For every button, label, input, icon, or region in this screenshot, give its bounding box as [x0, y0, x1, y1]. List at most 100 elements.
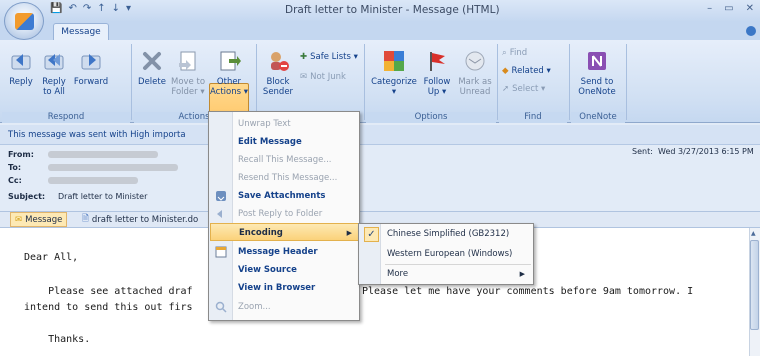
next-item-icon[interactable]: ↓	[112, 3, 120, 14]
block-sender-button[interactable]: Block Sender	[260, 48, 296, 97]
send-to-onenote-button[interactable]: Send to OneNote	[574, 48, 620, 97]
scroll-up-arrow-icon[interactable]: ▲	[751, 230, 756, 237]
encoding-more[interactable]: More ▶	[360, 265, 533, 284]
close-button[interactable]: ✕	[746, 3, 754, 14]
safe-lists-icon: ✚	[300, 52, 308, 62]
cc-row: Cc:	[8, 176, 138, 185]
subject-row: Subject: Draft letter to Minister	[8, 192, 148, 201]
message-header-icon	[215, 246, 227, 258]
to-value-redacted	[48, 164, 178, 171]
other-actions-button[interactable]: Other Actions ▾	[210, 48, 248, 97]
menu-item-message-header[interactable]: Message Header	[210, 243, 359, 261]
reply-all-icon	[41, 48, 67, 74]
body-greeting: Dear All,	[24, 252, 79, 263]
menu-item-post-reply[interactable]: Post Reply to Folder	[210, 205, 359, 223]
menu-item-recall-message[interactable]: Recall This Message...	[210, 151, 359, 169]
ribbon-separator	[626, 44, 627, 120]
body-line-2: intend to send this out firs	[24, 302, 193, 313]
post-reply-icon	[215, 208, 227, 220]
menu-item-view-in-browser[interactable]: View in Browser	[210, 279, 359, 297]
delete-button[interactable]: Delete	[136, 48, 168, 87]
follow-up-button[interactable]: Follow Up ▾	[420, 48, 454, 97]
ribbon-tab-row	[0, 22, 760, 40]
onenote-icon	[584, 48, 610, 74]
menu-item-save-attachments[interactable]: Save Attachments	[210, 187, 359, 205]
submenu-arrow-icon: ▶	[346, 229, 352, 237]
body-thanks: Thanks.	[24, 334, 91, 345]
ribbon-separator	[364, 44, 365, 120]
other-actions-icon	[216, 48, 242, 74]
reply-all-button[interactable]: Reply to All	[38, 48, 70, 97]
sent-row: Sent: Wed 3/27/2013 6:15 PM	[632, 147, 754, 156]
undo-icon[interactable]: ↶	[68, 3, 76, 14]
to-row: To:	[8, 163, 178, 172]
zoom-icon	[215, 301, 227, 313]
cc-value-redacted	[48, 177, 138, 184]
move-to-folder-button[interactable]: Move to Folder ▾	[170, 48, 206, 97]
group-options-label: Options	[366, 112, 496, 123]
group-respond-label: Respond	[2, 112, 130, 123]
select-button[interactable]: ➚ Select ▾	[502, 84, 545, 94]
submenu-arrow-icon: ▶	[519, 270, 525, 278]
categorize-icon	[381, 48, 407, 74]
reply-button[interactable]: Reply	[6, 48, 36, 87]
from-value-redacted	[48, 151, 158, 158]
mark-unread-icon	[462, 48, 488, 74]
maximize-button[interactable]: ▭	[724, 3, 733, 14]
categorize-button[interactable]: Categorize ▾	[370, 48, 418, 97]
reply-icon	[8, 48, 34, 74]
not-junk-button[interactable]: ✉ Not Junk	[300, 72, 346, 82]
mark-as-unread-button[interactable]: Mark as Unread	[456, 48, 494, 97]
window-title: Draft letter to Minister - Message (HTML…	[285, 4, 500, 16]
related-icon: ◆	[502, 66, 509, 76]
quick-access-toolbar: 💾 ↶ ↷ ↑ ↓ ▾	[50, 3, 131, 14]
office-logo-icon	[15, 13, 34, 30]
save-attachments-icon	[215, 190, 227, 202]
move-folder-icon	[175, 48, 201, 74]
office-button[interactable]	[4, 2, 44, 40]
body-line-1a: Please see attached draf	[24, 286, 193, 297]
ribbon-separator	[497, 44, 498, 120]
safe-lists-button[interactable]: ✚ Safe Lists ▾	[300, 52, 358, 62]
encoding-western-european[interactable]: Western European (Windows)	[360, 245, 533, 264]
find-button[interactable]: ⌕ Find	[502, 48, 527, 58]
scrollbar-thumb[interactable]	[750, 240, 759, 330]
menu-item-encoding[interactable]: Encoding ▶	[210, 223, 359, 241]
importance-infobar[interactable]: This message was sent with High importa	[0, 125, 760, 145]
encoding-chinese-simplified[interactable]: ✓ Chinese Simplified (GB2312)	[360, 225, 533, 244]
minimize-button[interactable]: –	[707, 3, 712, 14]
from-row: From:	[8, 150, 158, 159]
delete-icon	[139, 48, 165, 74]
word-doc-icon: 🗎	[82, 213, 89, 224]
menu-item-unwrap-text[interactable]: Unwrap Text	[210, 115, 359, 133]
menu-item-zoom[interactable]: Zoom...	[210, 298, 359, 316]
message-tab-button[interactable]: ✉ Message	[10, 212, 68, 227]
ribbon-separator	[131, 44, 132, 120]
attachment-file[interactable]: 🗎 draft letter to Minister.do	[78, 212, 202, 227]
ribbon-separator	[256, 44, 257, 120]
help-icon[interactable]	[746, 26, 756, 36]
not-junk-icon: ✉	[300, 72, 308, 82]
customize-qat-icon[interactable]: ▾	[126, 3, 131, 14]
previous-item-icon[interactable]: ↑	[97, 3, 105, 14]
menu-item-resend-message[interactable]: Resend This Message...	[210, 169, 359, 187]
save-icon[interactable]: 💾	[50, 3, 62, 14]
tab-message[interactable]: Message	[53, 23, 109, 40]
related-button[interactable]: ◆ Related ▾	[502, 66, 551, 76]
window-controls: – ▭ ✕	[707, 3, 754, 14]
ribbon: Reply Reply to All Forward Respond Delet…	[0, 40, 760, 153]
encoding-submenu: ✓ Chinese Simplified (GB2312) Western Eu…	[358, 223, 534, 285]
envelope-icon: ✉	[15, 214, 23, 225]
binoculars-icon: ⌕	[502, 48, 507, 58]
flag-icon	[424, 48, 450, 74]
other-actions-menu: Unwrap Text Edit Message Recall This Mes…	[208, 111, 360, 321]
redo-icon[interactable]: ↷	[83, 3, 91, 14]
menu-item-view-source[interactable]: View Source	[210, 261, 359, 279]
forward-icon	[78, 48, 104, 74]
checkmark-icon: ✓	[364, 227, 379, 242]
body-line-1b: Please let me have your comments before …	[362, 286, 694, 297]
forward-button[interactable]: Forward	[72, 48, 110, 87]
menu-item-edit-message[interactable]: Edit Message	[210, 133, 359, 151]
block-sender-icon	[265, 48, 291, 74]
select-icon: ➚	[502, 84, 510, 94]
